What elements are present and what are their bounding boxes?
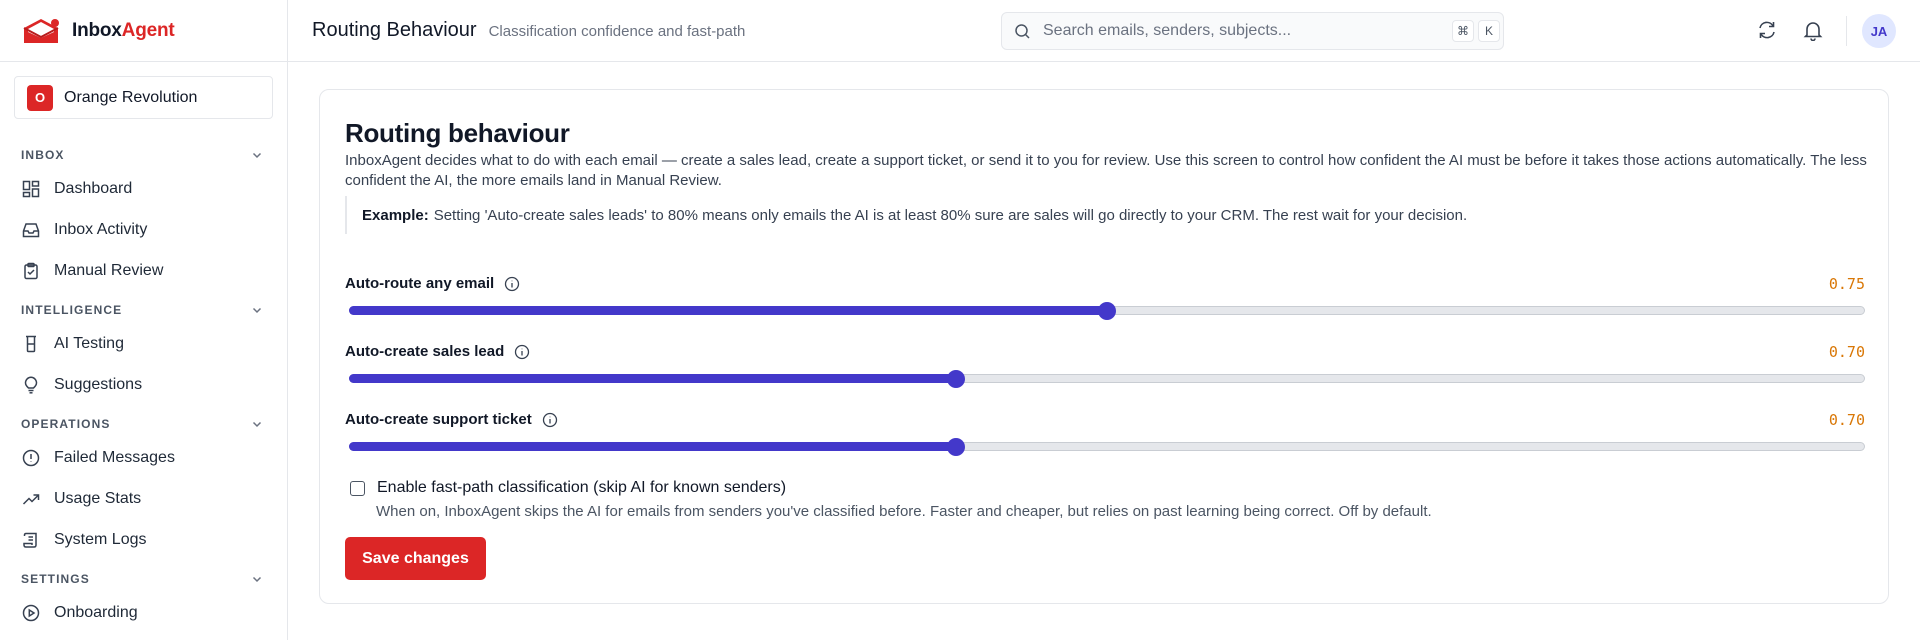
slider-label: Auto-create support ticket: [345, 411, 558, 428]
slider-fill: [349, 306, 1106, 315]
app-logo[interactable]: InboxAgent: [0, 0, 287, 62]
info-icon[interactable]: [514, 344, 530, 360]
fastpath-toggle[interactable]: Enable fast-path classification (skip AI…: [350, 479, 786, 497]
header-divider: [1846, 16, 1847, 46]
dashboard-icon: [22, 180, 40, 197]
page-subtitle: Classification confidence and fast-path: [488, 23, 746, 40]
sidebar-item-suggestions[interactable]: Suggestions: [0, 364, 287, 405]
sidebar-item-label: Failed Messages: [54, 448, 175, 466]
example-text: Setting 'Auto-create sales leads' to 80%…: [433, 206, 1468, 224]
info-icon[interactable]: [504, 276, 520, 292]
top-header: Routing Behaviour Classification confide…: [288, 0, 1920, 62]
slider-fill: [349, 442, 955, 451]
play-circle-icon: [22, 604, 40, 621]
sidebar-item-label: Manual Review: [54, 261, 164, 279]
sidebar-item-label: Usage Stats: [54, 489, 142, 507]
trending-up-icon: [22, 493, 40, 505]
chevron-down-icon: [252, 152, 262, 159]
section-title: SETTINGS: [21, 572, 90, 586]
sidebar-item-label: System Logs: [54, 530, 147, 548]
sidebar-item-label: Inbox Activity: [54, 220, 148, 238]
slider-thumb[interactable]: [946, 370, 965, 388]
section-settings[interactable]: SETTINGS: [0, 569, 287, 589]
slider-track[interactable]: [349, 302, 1865, 320]
user-avatar[interactable]: JA: [1862, 14, 1896, 48]
envelope-logo-icon: [23, 18, 59, 43]
chevron-down-icon: [252, 307, 262, 314]
page-title: Routing Behaviour: [312, 19, 477, 41]
fastpath-help-text: When on, InboxAgent skips the AI for ema…: [376, 503, 1432, 520]
chevron-down-icon: [252, 576, 262, 583]
sidebar-item-usage-stats[interactable]: Usage Stats: [0, 478, 287, 519]
slider-track[interactable]: [349, 370, 1865, 388]
sidebar-item-system-logs[interactable]: System Logs: [0, 519, 287, 560]
section-title: INTELLIGENCE: [21, 303, 123, 317]
slider-label: Auto-create sales lead: [345, 343, 530, 360]
test-tube-icon: [26, 335, 36, 352]
sidebar-item-failed-messages[interactable]: Failed Messages: [0, 437, 287, 478]
search-icon: [1015, 23, 1030, 39]
search-bar[interactable]: ⌘ K: [1001, 12, 1504, 50]
refresh-icon[interactable]: [1756, 19, 1778, 41]
sidebar-item-onboarding[interactable]: Onboarding: [0, 592, 287, 633]
sidebar-item-label: AI Testing: [54, 334, 124, 352]
slider-value: 0.75: [1828, 275, 1865, 293]
sidebar-item-label: Suggestions: [54, 375, 143, 393]
clipboard-check-icon: [24, 262, 38, 279]
sidebar-item-manual-review[interactable]: Manual Review: [0, 250, 287, 291]
section-intelligence[interactable]: INTELLIGENCE: [0, 300, 287, 320]
search-input[interactable]: [1043, 22, 1443, 40]
shortcut-cmd-key: ⌘: [1452, 20, 1474, 42]
sidebar-item-label: Onboarding: [54, 603, 138, 621]
bell-icon[interactable]: [1802, 19, 1824, 41]
workspace-badge: O: [27, 84, 53, 111]
brand-name: InboxAgent: [72, 19, 175, 41]
example-label: Example:: [362, 206, 429, 224]
workspace-name: Orange Revolution: [64, 88, 198, 106]
lightbulb-icon: [24, 376, 38, 394]
slider-fill: [349, 374, 955, 383]
slider-value: 0.70: [1828, 343, 1865, 361]
fastpath-label[interactable]: Enable fast-path classification (skip AI…: [377, 479, 786, 497]
sidebar-item-inbox-activity[interactable]: Inbox Activity: [0, 209, 287, 250]
slider-value: 0.70: [1828, 411, 1865, 429]
sidebar-item-ai-testing[interactable]: AI Testing: [0, 323, 287, 364]
scroll-icon: [23, 532, 37, 548]
section-operations[interactable]: OPERATIONS: [0, 414, 287, 434]
section-inbox[interactable]: INBOX: [0, 145, 287, 165]
slider-label: Auto-route any email: [345, 275, 520, 292]
sidebar-item-dashboard[interactable]: Dashboard: [0, 168, 287, 209]
sidebar: InboxAgent O Orange Revolution INBOX Das…: [0, 0, 288, 640]
shortcut-k-key: K: [1478, 20, 1500, 42]
example-callout: Example: Setting 'Auto-create sales lead…: [345, 196, 1875, 234]
info-icon[interactable]: [542, 412, 558, 428]
card-description: InboxAgent decides what to do with each …: [345, 152, 1867, 189]
section-title: OPERATIONS: [21, 417, 111, 431]
slider-thumb[interactable]: [946, 438, 965, 456]
save-changes-button[interactable]: Save changes: [345, 537, 486, 580]
slider-thumb[interactable]: [1098, 302, 1116, 320]
section-title: INBOX: [21, 148, 65, 162]
fastpath-checkbox[interactable]: [350, 480, 365, 496]
card-title: Routing behaviour: [345, 118, 570, 148]
routing-behaviour-card: Routing behaviour InboxAgent decides wha…: [319, 89, 1889, 604]
sidebar-item-label: Dashboard: [54, 179, 133, 197]
workspace-switcher[interactable]: O Orange Revolution: [14, 76, 273, 119]
inbox-icon: [22, 222, 40, 237]
slider-track[interactable]: [349, 438, 1865, 456]
chevron-down-icon: [252, 421, 262, 428]
alert-circle-icon: [22, 449, 40, 466]
